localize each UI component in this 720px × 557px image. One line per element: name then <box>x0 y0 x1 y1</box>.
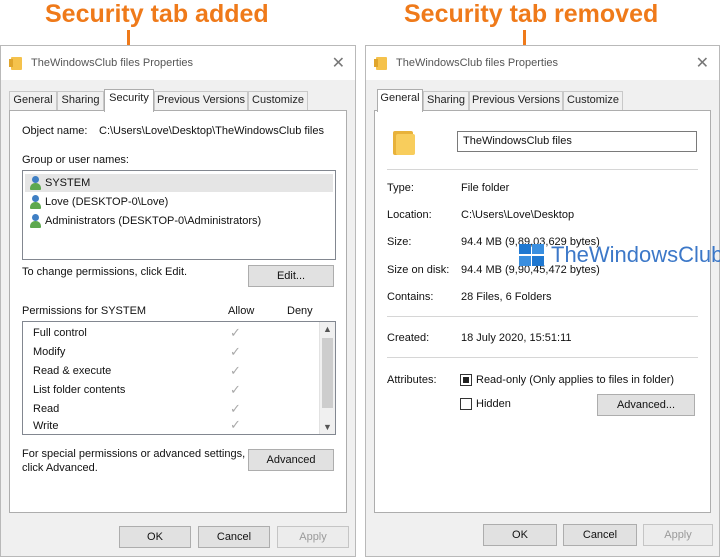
permission-row: Write ✓ <box>25 418 333 434</box>
window-title: TheWindowsClub files Properties <box>31 57 194 69</box>
created-label: Created: <box>387 332 430 344</box>
permission-row: Read & execute ✓ <box>25 362 333 380</box>
user-row-love[interactable]: Love (DESKTOP-0\Love) <box>25 193 333 211</box>
permission-name: Read <box>33 403 60 415</box>
general-page: TheWindowsClub files Type: File folder L… <box>374 110 711 513</box>
user-name: Love (DESKTOP-0\Love) <box>45 196 169 208</box>
hidden-label[interactable]: Hidden <box>476 398 511 410</box>
hidden-checkbox[interactable] <box>460 398 472 410</box>
separator <box>387 316 698 317</box>
permissions-listbox[interactable]: Full control ✓ Modify ✓ Read & execute ✓… <box>22 321 336 435</box>
allow-check-icon: ✓ <box>230 382 241 397</box>
user-row-system[interactable]: SYSTEM <box>25 174 333 192</box>
permission-row: Read ✓ <box>25 400 333 418</box>
permission-row: Modify ✓ <box>25 343 333 361</box>
tab-strip: General Sharing Previous Versions Custom… <box>374 89 711 112</box>
user-name: SYSTEM <box>45 177 91 189</box>
close-icon[interactable]: ✕ <box>696 53 709 73</box>
object-name-value: C:\Users\Love\Desktop\TheWindowsClub fil… <box>99 125 324 137</box>
watermark-text: TheWindowsClub <box>551 242 720 267</box>
contains-label: Contains: <box>387 291 434 303</box>
separator <box>387 169 698 170</box>
user-row-administrators[interactable]: Administrators (DESKTOP-0\Administrators… <box>25 212 333 230</box>
location-label: Location: <box>387 209 432 221</box>
object-name-label: Object name: <box>22 125 88 137</box>
scroll-up-icon[interactable]: ▲ <box>320 322 335 336</box>
attributes-label: Attributes: <box>387 374 437 386</box>
edit-button[interactable]: Edit... <box>248 265 334 287</box>
readonly-checkbox[interactable] <box>460 374 472 386</box>
location-value: C:\Users\Love\Desktop <box>461 209 575 221</box>
folder-name-field[interactable]: TheWindowsClub files <box>457 131 697 152</box>
deny-header: Deny <box>287 305 313 317</box>
ok-button[interactable]: OK <box>119 526 191 548</box>
permission-name: List folder contents <box>33 384 126 396</box>
size-label: Size: <box>387 236 412 248</box>
tab-general[interactable]: General <box>377 89 423 112</box>
security-page: Object name: C:\Users\Love\Desktop\TheWi… <box>9 110 347 513</box>
scroll-down-icon[interactable]: ▼ <box>320 420 335 434</box>
allow-check-icon: ✓ <box>230 344 241 359</box>
permissions-for-label: Permissions for SYSTEM <box>22 305 147 317</box>
users-listbox[interactable]: SYSTEM Love (DESKTOP-0\Love) Administrat… <box>22 170 336 260</box>
tab-security[interactable]: Security <box>104 89 154 112</box>
headline-security-added: Security tab added <box>45 0 269 28</box>
permission-name: Write <box>33 420 59 432</box>
tab-previous-versions[interactable]: Previous Versions <box>154 91 248 110</box>
readonly-label[interactable]: Read-only (Only applies to files in fold… <box>476 374 674 386</box>
folder-icon <box>393 129 415 155</box>
user-icon <box>29 195 42 209</box>
folder-icon <box>9 57 22 70</box>
type-value: File folder <box>461 182 510 194</box>
permission-row: List folder contents ✓ <box>25 381 333 399</box>
tab-sharing[interactable]: Sharing <box>57 91 104 110</box>
special-permissions-text-2: click Advanced. <box>22 462 98 474</box>
tab-previous-versions[interactable]: Previous Versions <box>469 91 563 110</box>
advanced-button[interactable]: Advanced <box>248 449 334 471</box>
created-value: 18 July 2020, 15:51:11 <box>461 332 572 344</box>
permissions-scrollbar[interactable]: ▲ ▼ <box>319 322 335 434</box>
group-users-label: Group or user names: <box>22 154 129 166</box>
allow-check-icon: ✓ <box>230 418 241 432</box>
permission-row: Full control ✓ <box>25 324 333 342</box>
allow-check-icon: ✓ <box>230 401 241 416</box>
user-group-icon <box>29 214 42 228</box>
advanced-button[interactable]: Advanced... <box>597 394 695 416</box>
apply-button[interactable]: Apply <box>277 526 349 548</box>
folder-icon <box>374 57 387 70</box>
headline-security-removed: Security tab removed <box>404 0 659 28</box>
properties-dialog-security: TheWindowsClub files Properties ✕ Genera… <box>0 45 356 557</box>
cancel-button[interactable]: Cancel <box>563 524 637 546</box>
allow-header: Allow <box>228 305 255 317</box>
apply-button[interactable]: Apply <box>643 524 713 546</box>
contains-value: 28 Files, 6 Folders <box>461 291 552 303</box>
permission-name: Full control <box>33 327 87 339</box>
properties-dialog-general: TheWindowsClub files Properties ✕ Genera… <box>365 45 720 557</box>
tab-general[interactable]: General <box>9 91 57 110</box>
title-bar: TheWindowsClub files Properties ✕ <box>1 46 355 80</box>
tab-sharing[interactable]: Sharing <box>423 91 469 110</box>
tab-customize[interactable]: Customize <box>248 91 308 110</box>
allow-check-icon: ✓ <box>230 325 241 340</box>
window-title: TheWindowsClub files Properties <box>396 57 559 69</box>
title-bar: TheWindowsClub files Properties ✕ <box>366 46 719 80</box>
cancel-button[interactable]: Cancel <box>198 526 270 548</box>
windows-logo-icon <box>517 244 547 268</box>
size-on-disk-label: Size on disk: <box>387 264 450 276</box>
tab-customize[interactable]: Customize <box>563 91 623 110</box>
allow-check-icon: ✓ <box>230 363 241 378</box>
close-icon[interactable]: ✕ <box>332 53 345 73</box>
change-permissions-text: To change permissions, click Edit. <box>22 266 188 278</box>
tab-strip: General Sharing Security Previous Versio… <box>9 89 347 112</box>
user-name: Administrators (DESKTOP-0\Administrators… <box>45 215 262 227</box>
special-permissions-text: For special permissions or advanced sett… <box>22 448 246 460</box>
permission-name: Read & execute <box>33 365 112 377</box>
separator <box>387 357 698 358</box>
scroll-thumb[interactable] <box>322 338 333 408</box>
ok-button[interactable]: OK <box>483 524 557 546</box>
type-label: Type: <box>387 182 414 194</box>
user-group-icon <box>29 176 42 190</box>
permission-name: Modify <box>33 346 66 358</box>
